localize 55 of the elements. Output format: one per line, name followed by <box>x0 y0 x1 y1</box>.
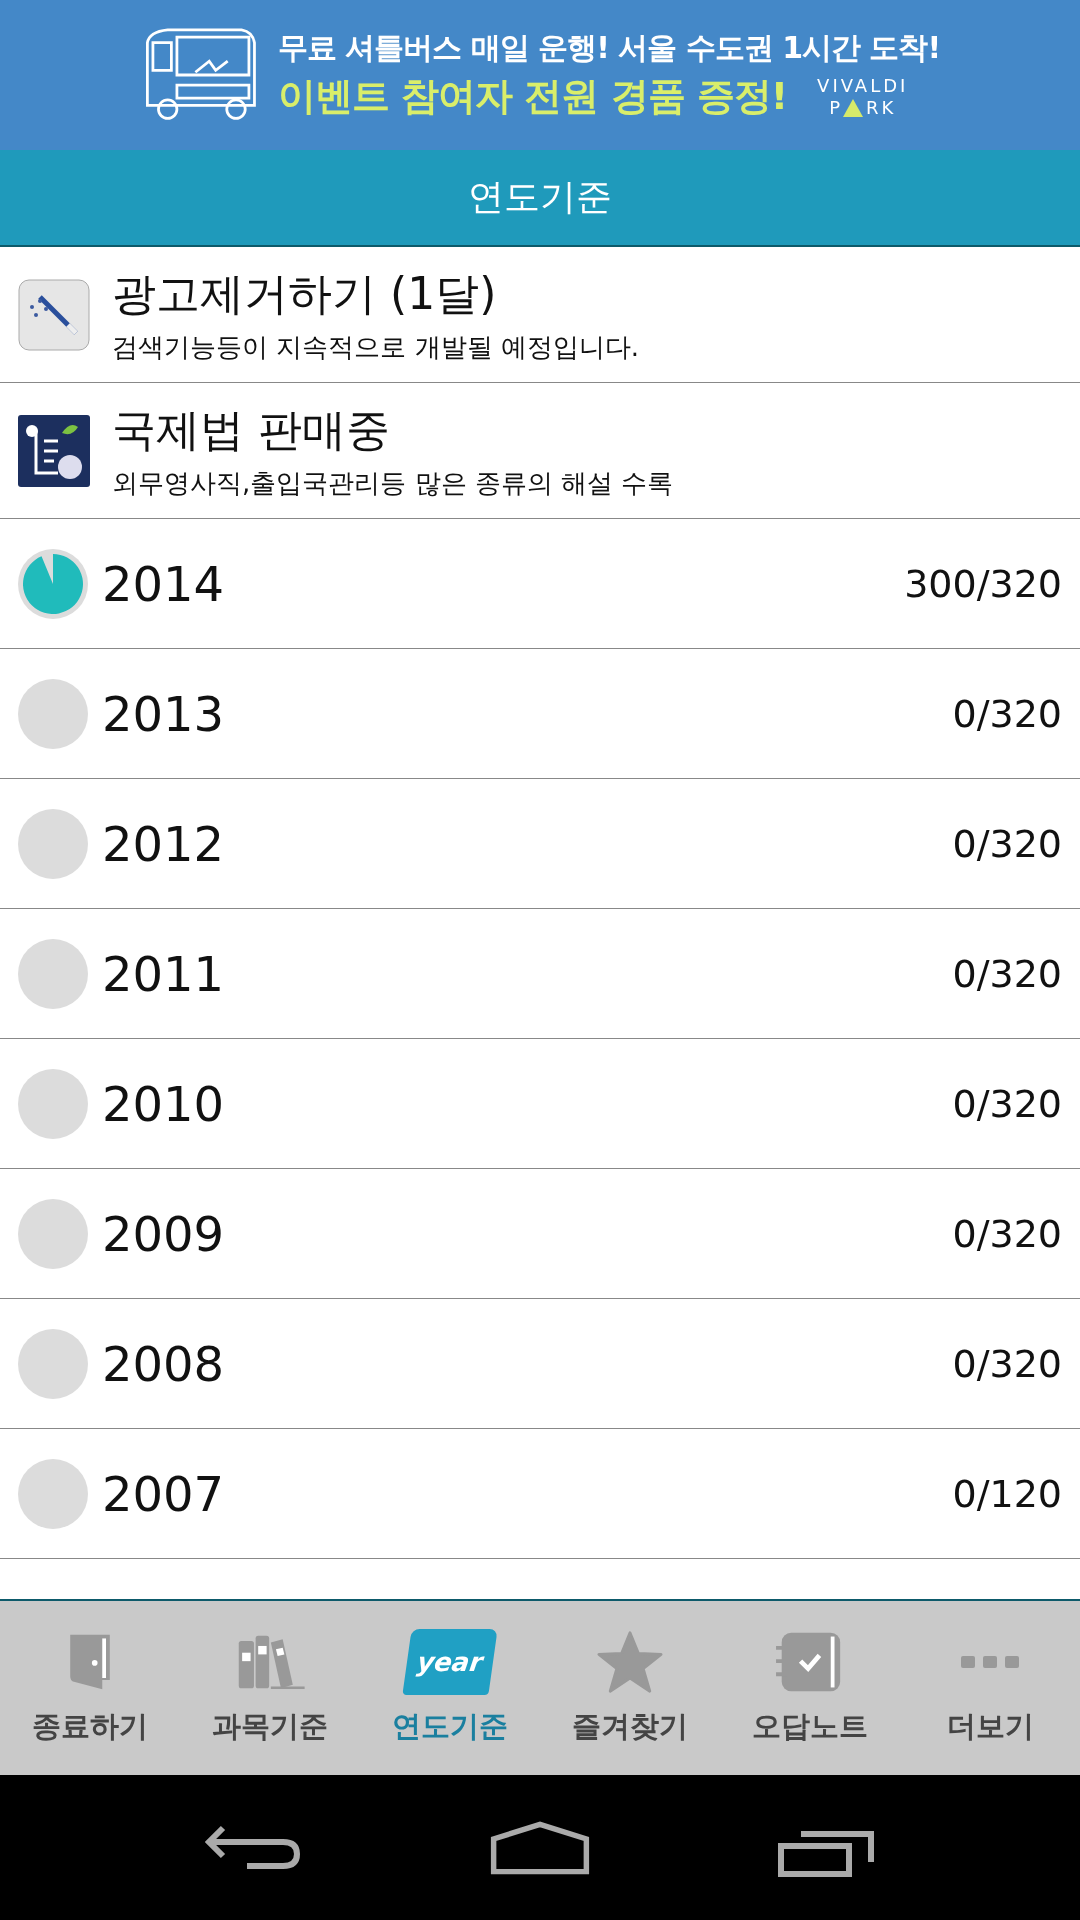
question-count: 0/320 <box>952 821 1062 866</box>
year-row[interactable]: 2007 0/120 <box>0 1429 1080 1559</box>
question-count: 0/320 <box>952 1341 1062 1386</box>
year-row[interactable]: 2014 300/320 <box>0 519 1080 649</box>
promo-row[interactable]: 광고제거하기 (1달) 검색기능등이 지속적으로 개발될 예정입니다. <box>0 247 1080 383</box>
year-row[interactable]: 2009 0/320 <box>0 1169 1080 1299</box>
promo-description: 외무영사직,출입국관리등 많은 종류의 해설 수록 <box>112 466 674 500</box>
progress-pie <box>18 1328 88 1399</box>
progress-pie <box>18 938 88 1009</box>
progress-pie <box>18 678 88 749</box>
ad-banner[interactable]: 무료 셔틀버스 매일 운행! 서울 수도권 1시간 도착! 이벤트 참여자 전원 경품 증정! VIVALDI P RK <box>0 0 1080 150</box>
question-count: 0/320 <box>952 691 1062 736</box>
year-row[interactable]: 2012 0/320 <box>0 779 1080 909</box>
year-row[interactable]: 2011 0/320 <box>0 909 1080 1039</box>
year-label: 2007 <box>102 1465 225 1522</box>
page-title: 연도기준 <box>468 175 612 219</box>
tab[interactable]: 즐겨찾기 <box>540 1629 720 1747</box>
promo-row[interactable]: 국제법 판매중 외무영사직,출입국관리등 많은 종류의 해설 수록 <box>0 383 1080 519</box>
year-label: 2011 <box>102 945 225 1002</box>
logo-text: P <box>829 96 843 119</box>
year-row[interactable]: 2013 0/320 <box>0 649 1080 779</box>
question-count: 0/320 <box>952 1211 1062 1256</box>
question-count: 0/320 <box>952 951 1062 996</box>
tab[interactable]: 과목기준 <box>180 1629 360 1747</box>
progress-pie <box>18 808 88 879</box>
tab[interactable]: 더보기 <box>900 1629 1080 1747</box>
logo-text: RK <box>866 96 897 119</box>
year-row[interactable]: 2010 0/320 <box>0 1039 1080 1169</box>
document-globe-icon <box>18 414 90 487</box>
progress-pie <box>18 548 88 619</box>
year-label: 2014 <box>102 555 225 612</box>
ad-slogan: 이벤트 참여자 전원 경품 증정! <box>277 73 788 120</box>
ad-headline: 무료 셔틀버스 매일 운행! 서울 수도권 1시간 도착! <box>277 29 941 67</box>
promo-description: 검색기능등이 지속적으로 개발될 예정입니다. <box>112 330 640 364</box>
year-row[interactable]: 2008 0/320 <box>0 1299 1080 1429</box>
question-count: 0/320 <box>952 1081 1062 1126</box>
question-count: 300/320 <box>904 561 1062 606</box>
logo-text: VIVALDI <box>817 74 909 97</box>
question-count: 0/120 <box>952 1471 1062 1516</box>
more-icon <box>961 1656 1019 1668</box>
progress-pie <box>18 1198 88 1269</box>
calendar-icon: year <box>402 1629 498 1695</box>
year-label: 2012 <box>102 815 225 872</box>
progress-pie <box>18 1458 88 1529</box>
promo-title: 국제법 판매중 <box>112 402 391 457</box>
year-label: 2009 <box>102 1205 225 1262</box>
year-label: 2010 <box>102 1075 225 1132</box>
year-label: 2013 <box>102 685 225 742</box>
tab[interactable]: 오답노트 <box>720 1629 900 1747</box>
progress-pie <box>18 1068 88 1139</box>
tab[interactable]: 종료하기 <box>0 1629 180 1747</box>
year-label: 2008 <box>102 1335 225 1392</box>
magic-wand-icon <box>18 278 90 351</box>
promo-title: 광고제거하기 (1달) <box>112 266 498 321</box>
triangle-icon <box>843 98 863 117</box>
